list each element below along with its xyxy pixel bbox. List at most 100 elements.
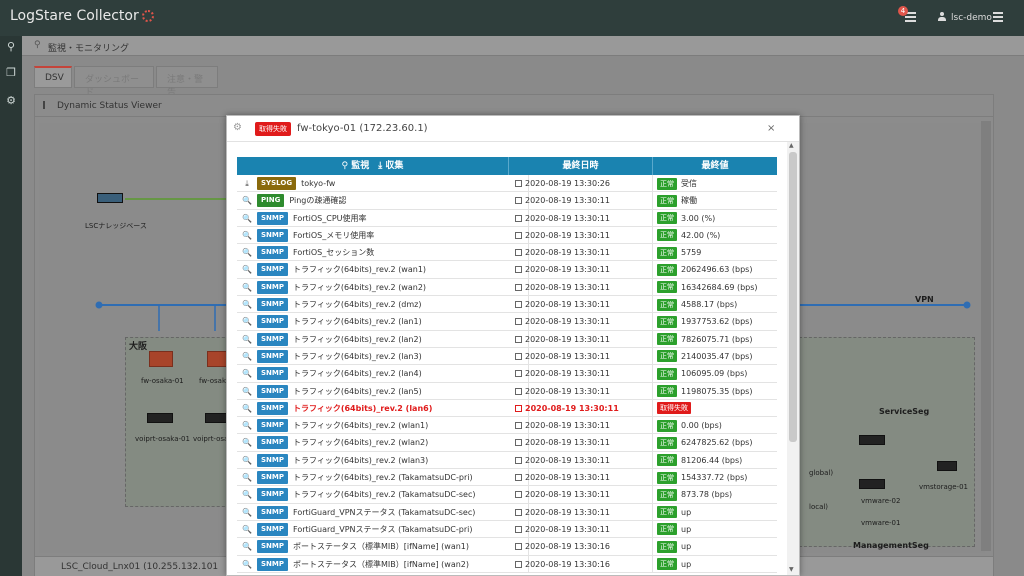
search-icon[interactable]: 🔍: [237, 434, 257, 451]
table-row[interactable]: ⤓ SYSLOG tokyo-fw 2020-08-19 13:30:26 正常 受信: [237, 175, 777, 193]
search-icon[interactable]: 🔍: [237, 261, 257, 278]
storage-icon[interactable]: [937, 461, 957, 471]
table-row[interactable]: 🔍 SNMP FortiGuard_VPNステータス (TakamatsuDC-pr…: [237, 520, 777, 539]
table-row[interactable]: 🔍 SNMP トラフィック(64bits)_rev.2 (lan4) 2020-08-…: [237, 365, 777, 383]
search-icon[interactable]: 🔍: [237, 348, 257, 365]
calendar-icon: [515, 197, 522, 205]
value-cell: 正常 up: [653, 521, 777, 538]
search-icon[interactable]: 🔍: [237, 504, 257, 521]
modal-scrollbar[interactable]: ▲ ▼: [787, 142, 799, 575]
server-icon[interactable]: [859, 479, 885, 489]
table-row[interactable]: 🔍 SNMP ポートステータス（標準MIB）[ifName] (wan2) 2020-…: [237, 555, 777, 573]
search-icon[interactable]: 🔍: [237, 417, 257, 434]
time-cell: 2020-08-19 13:30:11: [509, 434, 653, 452]
value-cell: 正常 2140035.47 (bps): [653, 348, 777, 365]
type-tag: SNMP: [257, 488, 288, 502]
table-row[interactable]: 🔍 SNMP トラフィック(64bits)_rev.2 (wlan3) 2020-08…: [237, 451, 777, 470]
calendar-icon: [515, 387, 522, 395]
calendar-icon: [515, 180, 522, 187]
calendar-icon: [515, 266, 522, 274]
table-row[interactable]: 🔍 SNMP トラフィック(64bits)_rev.2 (dmz) 2020-08-1…: [237, 296, 777, 314]
calendar-icon: [515, 560, 522, 568]
search-icon[interactable]: 🔍: [237, 486, 257, 503]
table-row[interactable]: 🔍 SNMP トラフィック(64bits)_rev.2 (wan1) 2020-08-…: [237, 261, 777, 279]
switch-icon[interactable]: [147, 413, 173, 423]
table-row[interactable]: 🔍 SNMP トラフィック(64bits)_rev.2 (lan6) 2020-08-…: [237, 399, 777, 418]
search-icon[interactable]: 🔍: [237, 244, 257, 261]
search-icon[interactable]: 🔍: [237, 400, 257, 417]
scroll-down-icon[interactable]: ▼: [789, 566, 794, 573]
monitor-cell: SNMP トラフィック(64bits)_rev.2 (wan2): [257, 278, 529, 296]
table-row[interactable]: 🔍 SNMP トラフィック(64bits)_rev.2 (lan5) 2020-08-…: [237, 382, 777, 400]
search-icon[interactable]: 🔍: [237, 313, 257, 330]
table-row[interactable]: 🔍 SNMP トラフィック(64bits)_rev.2 (wlan2) 2020-08…: [237, 434, 777, 452]
table-row[interactable]: 🔍 SNMP トラフィック(64bits)_rev.2 (TakamatsuDC-p…: [237, 469, 777, 487]
close-icon[interactable]: ×: [767, 123, 775, 134]
download-icon[interactable]: ⤓: [237, 175, 257, 192]
search-icon[interactable]: 🔍: [237, 365, 257, 382]
monitor-name: FortiOS_メモリ使用率: [293, 230, 375, 240]
search-icon[interactable]: 🔍: [237, 521, 257, 538]
user-menu-icon[interactable]: [993, 12, 1003, 22]
last-value: up: [681, 542, 692, 552]
search-icon[interactable]: 🔍: [237, 279, 257, 296]
last-value: 受信: [681, 179, 697, 188]
calendar-icon: [515, 474, 522, 482]
notification-count-badge: 4: [898, 6, 908, 16]
time-cell: 2020-08-19 13:30:11: [509, 469, 653, 487]
panel-scrollbar[interactable]: [981, 121, 991, 551]
table-row[interactable]: 🔍 SNMP FortiGuard_VPNステータス (TakamatsuDC-se…: [237, 503, 777, 521]
search-icon[interactable]: 🔍: [237, 331, 257, 348]
table-row[interactable]: 🔍 SNMP トラフィック(64bits)_rev.2 (lan1) 2020-08-…: [237, 313, 777, 331]
table-row[interactable]: 🔍 PING Pingの疎通確認 2020-08-19 13:30:11 正常 稼働: [237, 192, 777, 210]
time-value: 2020-08-19 13:30:11: [525, 248, 610, 258]
gear-icon[interactable]: ⚙: [233, 122, 242, 133]
table-row[interactable]: 🔍 SNMP トラフィック(64bits)_rev.2 (lan2) 2020-08-…: [237, 330, 777, 348]
search-icon[interactable]: 🔍: [237, 192, 257, 209]
status-badge: 正常: [657, 350, 677, 363]
book-icon[interactable]: ❐: [4, 66, 18, 80]
tab-dsv[interactable]: DSV: [34, 66, 72, 88]
monitor-name: トラフィック(64bits)_rev.2 (lan2): [293, 334, 422, 344]
monitor-cell: SNMP トラフィック(64bits)_rev.2 (wlan1): [257, 417, 529, 435]
value-cell: 正常 2062496.63 (bps): [653, 261, 777, 278]
search-icon[interactable]: 🔍: [237, 452, 257, 469]
table-row[interactable]: 🔍 SNMP トラフィック(64bits)_rev.2 (TakamatsuDC-s…: [237, 486, 777, 504]
time-cell: 2020-08-19 13:30:11: [509, 399, 653, 417]
server-icon[interactable]: [97, 193, 123, 203]
search-icon[interactable]: 🔍: [237, 469, 257, 486]
search-icon[interactable]: 🔍: [237, 227, 257, 244]
firewall-icon[interactable]: [149, 351, 173, 367]
search-icon[interactable]: 🔍: [237, 210, 257, 227]
search-icon[interactable]: ⚲: [4, 40, 18, 54]
tab-warnings[interactable]: 注意・警告: [156, 66, 218, 98]
tab-dashboard[interactable]: ダッシュボード: [74, 66, 154, 98]
server-icon[interactable]: [859, 435, 885, 445]
gears-icon[interactable]: ⚙: [4, 94, 18, 108]
time-cell: 2020-08-19 13:30:16: [509, 555, 653, 573]
table-row[interactable]: 🔍 SNMP トラフィック(64bits)_rev.2 (wlan1) 2020-08…: [237, 417, 777, 435]
user-name[interactable]: lsc-demo: [951, 13, 992, 23]
search-icon[interactable]: 🔍: [237, 383, 257, 400]
search-icon[interactable]: 🔍: [237, 556, 257, 573]
table-row[interactable]: 🔍 SNMP FortiOS_セッション数 2020-08-19 13:30:11 正常…: [237, 244, 777, 262]
search-icon[interactable]: 🔍: [237, 538, 257, 555]
time-cell: 2020-08-19 13:30:11: [509, 451, 653, 469]
scroll-thumb[interactable]: [789, 152, 797, 442]
table-row[interactable]: 🔍 SNMP FortiOS_CPU使用率 2020-08-19 13:30:11 正常…: [237, 209, 777, 227]
table-row[interactable]: 🔍 SNMP トラフィック(64bits)_rev.2 (wan2) 2020-08-…: [237, 278, 777, 297]
search-icon[interactable]: 🔍: [237, 296, 257, 313]
table-row[interactable]: 🔍 SNMP トラフィック(64bits)_rev.2 (lan3) 2020-08-…: [237, 347, 777, 366]
time-cell: 2020-08-19 13:30:11: [509, 226, 653, 244]
last-value: 16342684.69 (bps): [681, 282, 758, 292]
monitor-name: Pingの疎通確認: [289, 196, 347, 206]
status-badge: 正常: [657, 333, 677, 346]
table-row[interactable]: 🔍 SNMP FortiOS_メモリ使用率 2020-08-19 13:30:11 正常…: [237, 226, 777, 245]
table-row[interactable]: 🔍 SNMP ポートステータス（標準MIB）[ifName] (wan1) 2020-…: [237, 538, 777, 556]
scroll-up-icon[interactable]: ▲: [789, 142, 794, 149]
monitor-name: トラフィック(64bits)_rev.2 (lan5): [293, 386, 422, 396]
time-value: 2020-08-19 13:30:11: [525, 369, 610, 379]
time-value: 2020-08-19 13:30:11: [525, 490, 610, 500]
monitor-cell: SNMP トラフィック(64bits)_rev.2 (lan1): [257, 313, 529, 331]
type-tag: SNMP: [257, 263, 288, 277]
